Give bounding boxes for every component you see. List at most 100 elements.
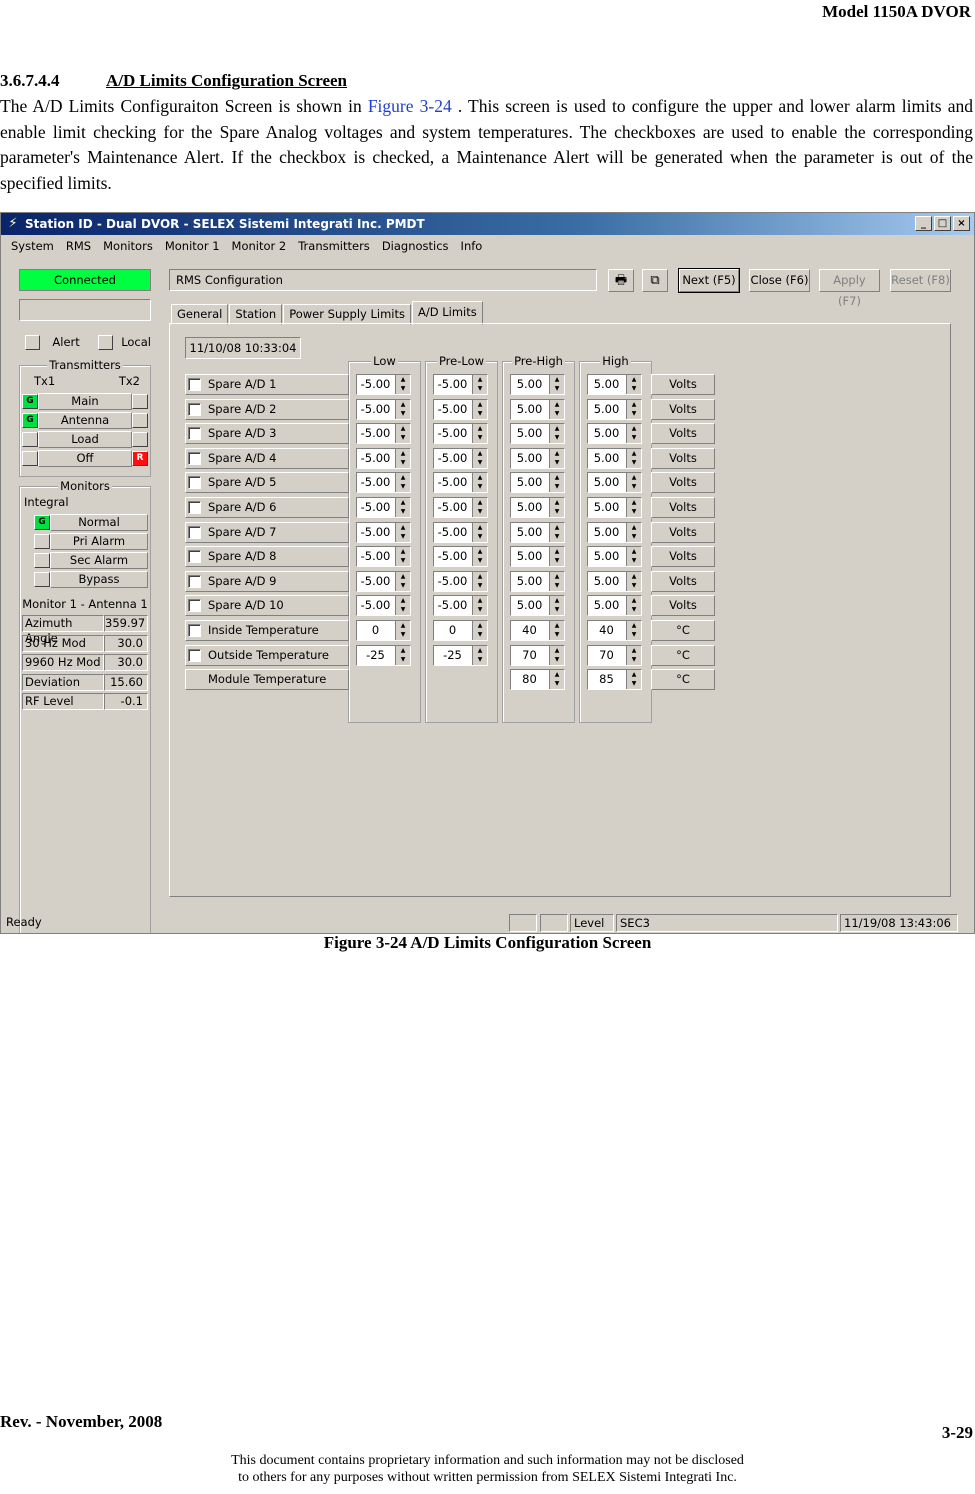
spinner-arrows-icon[interactable]: ▲ ▼	[472, 571, 487, 591]
low-limit-spinner[interactable]: -5.00 ▲ ▼	[356, 447, 411, 469]
spinner-arrows-icon[interactable]: ▲ ▼	[472, 547, 487, 567]
enable-checkbox[interactable]	[188, 427, 201, 441]
maximize-icon[interactable]: □	[934, 216, 951, 231]
spinner-arrows-icon[interactable]: ▲ ▼	[472, 621, 487, 640]
spinner-arrows-icon[interactable]: ▲ ▼	[549, 547, 564, 567]
spinner-arrows-icon[interactable]: ▲ ▼	[472, 522, 487, 542]
high-limit-spinner[interactable]: 5.00 ▲ ▼	[587, 570, 642, 592]
enable-checkbox[interactable]	[188, 525, 201, 539]
spinner-arrows-icon[interactable]: ▲ ▼	[549, 473, 564, 493]
enable-checkbox[interactable]	[188, 501, 201, 514]
spinner-arrows-icon[interactable]: ▲ ▼	[626, 596, 641, 616]
print-icon[interactable]: 🖶	[608, 269, 634, 292]
spinner-arrows-icon[interactable]: ▲ ▼	[549, 571, 564, 591]
high-limit-spinner[interactable]: 70 ▲ ▼	[587, 644, 642, 666]
prehigh-limit-spinner[interactable]: 5.00 ▲ ▼	[510, 546, 565, 568]
spinner-arrows-icon[interactable]: ▲ ▼	[472, 596, 487, 616]
high-limit-spinner[interactable]: 5.00 ▲ ▼	[587, 497, 642, 518]
spinner-arrows-icon[interactable]: ▲ ▼	[549, 645, 564, 665]
spinner-arrows-icon[interactable]: ▲ ▼	[626, 448, 641, 468]
menu-item[interactable]: Monitor 2	[226, 237, 293, 257]
low-limit-spinner[interactable]: -5.00 ▲ ▼	[356, 521, 411, 543]
enable-checkbox[interactable]	[188, 378, 201, 391]
spinner-arrows-icon[interactable]: ▲ ▼	[626, 473, 641, 493]
spinner-arrows-icon[interactable]: ▲ ▼	[472, 448, 487, 468]
spinner-arrows-icon[interactable]: ▲ ▼	[549, 448, 564, 468]
tx-antenna-button[interactable]: Antenna	[38, 411, 132, 429]
prehigh-limit-spinner[interactable]: 5.00 ▲ ▼	[510, 374, 565, 395]
low-limit-spinner[interactable]: -25 ▲ ▼	[356, 644, 411, 666]
spinner-arrows-icon[interactable]: ▲ ▼	[395, 571, 410, 591]
spinner-arrows-icon[interactable]: ▲ ▼	[472, 424, 487, 444]
menu-item[interactable]: Transmitters	[292, 237, 376, 257]
spinner-arrows-icon[interactable]: ▲ ▼	[626, 670, 641, 690]
enable-checkbox[interactable]	[188, 476, 201, 490]
high-limit-spinner[interactable]: 5.00 ▲ ▼	[587, 546, 642, 568]
spinner-arrows-icon[interactable]: ▲ ▼	[395, 498, 410, 517]
low-limit-spinner[interactable]: -5.00 ▲ ▼	[356, 472, 411, 494]
prelow-limit-spinner[interactable]: -5.00 ▲ ▼	[433, 423, 488, 445]
spinner-arrows-icon[interactable]: ▲ ▼	[472, 399, 487, 419]
spinner-arrows-icon[interactable]: ▲ ▼	[395, 399, 410, 419]
menu-item[interactable]: System	[5, 237, 60, 257]
spinner-arrows-icon[interactable]: ▲ ▼	[472, 375, 487, 394]
low-limit-spinner[interactable]: -5.00 ▲ ▼	[356, 546, 411, 568]
prelow-limit-spinner[interactable]: -5.00 ▲ ▼	[433, 595, 488, 617]
prelow-limit-spinner[interactable]: -5.00 ▲ ▼	[433, 374, 488, 395]
tx-off-button[interactable]: Off	[38, 449, 132, 467]
prelow-limit-spinner[interactable]: -5.00 ▲ ▼	[433, 472, 488, 494]
tx-main-button[interactable]: Main	[38, 392, 132, 410]
low-limit-spinner[interactable]: -5.00 ▲ ▼	[356, 398, 411, 420]
spinner-arrows-icon[interactable]: ▲ ▼	[395, 473, 410, 493]
high-limit-spinner[interactable]: 5.00 ▲ ▼	[587, 447, 642, 469]
spinner-arrows-icon[interactable]: ▲ ▼	[549, 498, 564, 517]
enable-checkbox[interactable]	[188, 451, 201, 465]
menu-item[interactable]: Info	[455, 237, 489, 257]
prehigh-limit-spinner[interactable]: 5.00 ▲ ▼	[510, 521, 565, 543]
prehigh-limit-spinner[interactable]: 5.00 ▲ ▼	[510, 398, 565, 420]
enable-checkbox[interactable]	[188, 550, 201, 564]
high-limit-spinner[interactable]: 5.00 ▲ ▼	[587, 595, 642, 617]
spinner-arrows-icon[interactable]: ▲ ▼	[472, 645, 487, 665]
spinner-arrows-icon[interactable]: ▲ ▼	[626, 424, 641, 444]
low-limit-spinner[interactable]: -5.00 ▲ ▼	[356, 570, 411, 592]
tab-station[interactable]: Station	[229, 304, 283, 325]
spinner-arrows-icon[interactable]: ▲ ▼	[395, 375, 410, 394]
high-limit-spinner[interactable]: 40 ▲ ▼	[587, 620, 642, 641]
close-button[interactable]: Close (F6)	[749, 269, 810, 292]
high-limit-spinner[interactable]: 5.00 ▲ ▼	[587, 423, 642, 445]
spinner-arrows-icon[interactable]: ▲ ▼	[549, 670, 564, 690]
high-limit-spinner[interactable]: 5.00 ▲ ▼	[587, 374, 642, 395]
spinner-arrows-icon[interactable]: ▲ ▼	[549, 375, 564, 394]
reset-button[interactable]: Reset (F8)	[890, 269, 951, 292]
prehigh-limit-spinner[interactable]: 5.00 ▲ ▼	[510, 423, 565, 445]
spinner-arrows-icon[interactable]: ▲ ▼	[549, 596, 564, 616]
low-limit-spinner[interactable]: 0 ▲ ▼	[356, 620, 411, 641]
apply-button[interactable]: Apply (F7)	[819, 269, 880, 308]
prehigh-limit-spinner[interactable]: 5.00 ▲ ▼	[510, 472, 565, 494]
prelow-limit-spinner[interactable]: 0 ▲ ▼	[433, 620, 488, 641]
low-limit-spinner[interactable]: -5.00 ▲ ▼	[356, 595, 411, 617]
spinner-arrows-icon[interactable]: ▲ ▼	[549, 399, 564, 419]
prelow-limit-spinner[interactable]: -5.00 ▲ ▼	[433, 497, 488, 518]
figure-link[interactable]: Figure 3-24	[368, 96, 452, 116]
spinner-arrows-icon[interactable]: ▲ ▼	[472, 473, 487, 493]
spinner-arrows-icon[interactable]: ▲ ▼	[395, 448, 410, 468]
spinner-arrows-icon[interactable]: ▲ ▼	[626, 399, 641, 419]
spinner-arrows-icon[interactable]: ▲ ▼	[395, 424, 410, 444]
enable-checkbox[interactable]	[188, 402, 201, 416]
tab-power-supply-limits[interactable]: Power Supply Limits	[283, 304, 411, 325]
copy-icon[interactable]: ⧉	[642, 269, 668, 292]
low-limit-spinner[interactable]: -5.00 ▲ ▼	[356, 423, 411, 445]
prehigh-limit-spinner[interactable]: 80 ▲ ▼	[510, 669, 565, 691]
spinner-arrows-icon[interactable]: ▲ ▼	[626, 621, 641, 640]
high-limit-spinner[interactable]: 5.00 ▲ ▼	[587, 521, 642, 543]
spinner-arrows-icon[interactable]: ▲ ▼	[395, 596, 410, 616]
prelow-limit-spinner[interactable]: -25 ▲ ▼	[433, 644, 488, 666]
enable-checkbox[interactable]	[188, 648, 201, 662]
prehigh-limit-spinner[interactable]: 5.00 ▲ ▼	[510, 497, 565, 518]
spinner-arrows-icon[interactable]: ▲ ▼	[472, 498, 487, 517]
spinner-arrows-icon[interactable]: ▲ ▼	[549, 522, 564, 542]
menu-item[interactable]: Monitor 1	[159, 237, 226, 257]
tab-ad-limits[interactable]: A/D Limits	[412, 301, 483, 325]
